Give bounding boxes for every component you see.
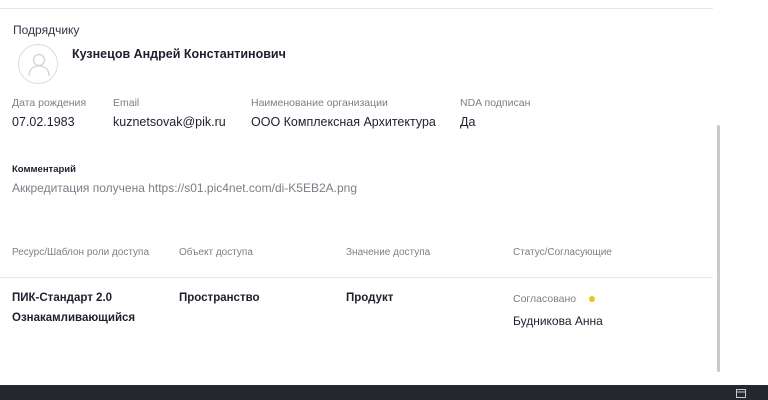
access-value: Продукт bbox=[346, 292, 394, 304]
resource-name: ПИК-Стандарт 2.0 bbox=[12, 292, 113, 304]
nda-value: Да bbox=[460, 115, 476, 129]
header-status: Статус/Согласующие bbox=[513, 247, 612, 258]
role-name: Ознакамливающийся bbox=[12, 312, 136, 324]
user-icon bbox=[28, 53, 50, 77]
birthdate-value: 07.02.1983 bbox=[12, 115, 75, 129]
approver-name: Будникова Анна bbox=[513, 314, 603, 328]
header-object: Объект доступа bbox=[179, 247, 253, 258]
section-title: Подрядчику bbox=[13, 23, 80, 37]
window-icon[interactable] bbox=[736, 389, 746, 398]
table-divider bbox=[0, 277, 713, 278]
comment-text: Аккредитация получена https://s01.pic4ne… bbox=[12, 181, 357, 195]
organization-label: Наименование организации bbox=[251, 97, 388, 109]
header-resource: Ресурс/Шаблон роли доступа bbox=[12, 247, 150, 258]
top-divider bbox=[0, 8, 713, 9]
header-value: Значение доступа bbox=[346, 247, 431, 258]
person-name: Кузнецов Андрей Константинович bbox=[72, 47, 286, 61]
comment-label: Комментарий bbox=[12, 164, 76, 175]
birthdate-label: Дата рождения bbox=[12, 97, 87, 109]
organization-value: ООО Комплексная Архитектура bbox=[251, 115, 436, 129]
email-label: Email bbox=[113, 97, 140, 109]
access-object: Пространство bbox=[179, 292, 260, 304]
status-dot bbox=[589, 296, 595, 302]
status-text: Согласовано bbox=[513, 293, 577, 305]
avatar bbox=[18, 44, 58, 84]
email-value: kuznetsovak@pik.ru bbox=[113, 115, 226, 129]
bottom-bar bbox=[0, 385, 768, 400]
scrollbar[interactable] bbox=[717, 125, 720, 372]
nda-label: NDA подписан bbox=[460, 97, 531, 109]
